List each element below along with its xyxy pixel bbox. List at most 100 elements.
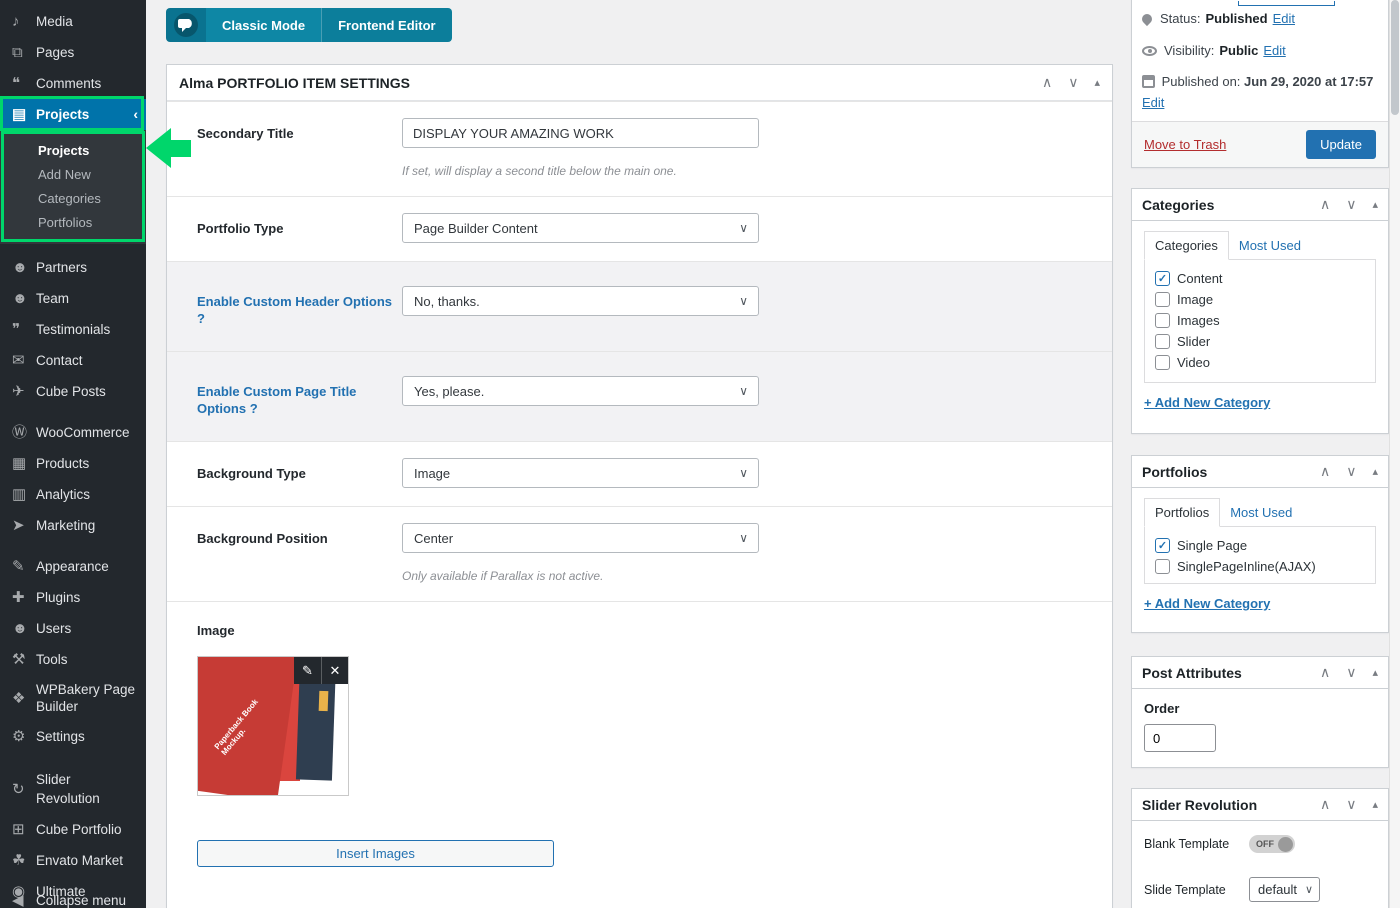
tab-most-used[interactable]: Most Used — [1220, 499, 1302, 526]
checkbox[interactable] — [1155, 313, 1170, 328]
blank-template-label: Blank Template — [1144, 837, 1249, 851]
woocommerce-icon: Ⓦ — [12, 423, 36, 442]
background-position-select[interactable]: Center ∨ — [402, 523, 759, 553]
portfolio-type-select[interactable]: Page Builder Content ∨ — [402, 213, 759, 243]
slider-revolution-icon: ↻ — [12, 780, 36, 799]
toggle-panel-icon[interactable]: ▴ — [1094, 76, 1100, 89]
sidebar-item-users[interactable]: ☻ Users — [0, 613, 146, 644]
sidebar-item-settings[interactable]: ⚙ Settings — [0, 721, 146, 752]
submenu-item-portfolios[interactable]: Portfolios — [0, 210, 146, 234]
toggle-panel-icon[interactable]: ▴ — [1372, 666, 1378, 679]
add-new-category-link[interactable]: + Add New Category — [1144, 596, 1270, 611]
portfolios-tabs: Portfolios Most Used — [1132, 488, 1388, 526]
slide-template-select[interactable]: default ∨ — [1249, 877, 1320, 902]
sidebar-item-partners[interactable]: ☻ Partners — [0, 252, 146, 283]
sidebar-item-pages[interactable]: ⧉ Pages — [0, 37, 146, 68]
tab-most-used[interactable]: Most Used — [1229, 232, 1311, 259]
field-label-link[interactable]: Enable Custom Page Title Options ? — [197, 376, 402, 417]
move-to-trash-link[interactable]: Move to Trash — [1144, 137, 1226, 152]
submenu-item-categories[interactable]: Categories — [0, 186, 146, 210]
menu-separator — [0, 752, 146, 764]
scrollbar-thumb[interactable] — [1391, 0, 1399, 115]
sidebar-item-testimonials[interactable]: ❞ Testimonials — [0, 314, 146, 345]
frontend-editor-button[interactable]: Frontend Editor — [321, 8, 452, 42]
move-down-icon[interactable]: ∨ — [1346, 463, 1356, 480]
sidebar-item-tools[interactable]: ⚒ Tools — [0, 644, 146, 675]
move-down-icon[interactable]: ∨ — [1068, 74, 1078, 91]
sidebar-item-wpbakery[interactable]: ❖ WPBakery Page Builder — [0, 675, 146, 721]
edit-visibility-link[interactable]: Edit — [1263, 43, 1285, 58]
custom-page-title-select[interactable]: Yes, please. ∨ — [402, 376, 759, 406]
checkbox[interactable] — [1155, 559, 1170, 574]
move-down-icon[interactable]: ∨ — [1346, 196, 1356, 213]
sidebar-item-label: Cube Portfolio — [36, 820, 138, 839]
sidebar-item-label: Partners — [36, 258, 138, 277]
sidebar-item-collapse-menu[interactable]: ◀ Collapse menu — [0, 885, 146, 908]
checkbox[interactable] — [1155, 355, 1170, 370]
checkbox-checked[interactable]: ✓ — [1155, 538, 1170, 553]
portfolio-item-singlepageinline[interactable]: SinglePageInline(AJAX) — [1155, 556, 1365, 577]
sidebar-item-analytics[interactable]: ▥ Analytics — [0, 479, 146, 510]
category-item-image[interactable]: Image — [1155, 289, 1365, 310]
sidebar-item-projects[interactable]: ▤ Projects ‹ — [0, 99, 146, 130]
sidebar-item-cube-posts[interactable]: ✈ Cube Posts — [0, 376, 146, 407]
edit-status-link[interactable]: Edit — [1273, 11, 1295, 26]
remove-image-icon[interactable]: ✕ — [321, 657, 348, 684]
sidebar-item-team[interactable]: ☻ Team — [0, 283, 146, 314]
secondary-title-input[interactable] — [402, 118, 759, 148]
wpbakery-icon: ❖ — [12, 689, 36, 708]
move-up-icon[interactable]: ∧ — [1320, 796, 1330, 813]
edit-published-link[interactable]: Edit — [1142, 95, 1164, 110]
move-down-icon[interactable]: ∨ — [1346, 664, 1356, 681]
toggle-panel-icon[interactable]: ▴ — [1372, 465, 1378, 478]
sidebar-item-appearance[interactable]: ✎ Appearance — [0, 551, 146, 582]
order-input[interactable] — [1144, 724, 1216, 752]
field-label-link[interactable]: Enable Custom Header Options ? — [197, 286, 402, 327]
blank-template-toggle[interactable]: OFF — [1249, 835, 1295, 853]
sidebar-item-slider-revolution[interactable]: ↻ Slider Revolution — [0, 764, 146, 814]
sidebar-item-woocommerce[interactable]: Ⓦ WooCommerce — [0, 417, 146, 448]
sidebar-item-marketing[interactable]: ➤ Marketing — [0, 510, 146, 541]
insert-images-button[interactable]: Insert Images — [197, 840, 554, 867]
move-up-icon[interactable]: ∧ — [1320, 664, 1330, 681]
submenu-item-projects[interactable]: Projects — [0, 138, 146, 162]
select-value: Center — [414, 531, 453, 546]
edit-image-icon[interactable]: ✎ — [294, 657, 321, 684]
add-new-category-link[interactable]: + Add New Category — [1144, 395, 1270, 410]
portfolio-item-single-page[interactable]: ✓ Single Page — [1155, 535, 1365, 556]
category-item-content[interactable]: ✓ Content — [1155, 268, 1365, 289]
team-icon: ☻ — [12, 289, 36, 308]
move-up-icon[interactable]: ∧ — [1042, 74, 1052, 91]
move-down-icon[interactable]: ∨ — [1346, 796, 1356, 813]
category-item-video[interactable]: Video — [1155, 352, 1365, 373]
sidebar-item-products[interactable]: ▦ Products — [0, 448, 146, 479]
sidebar-item-comments[interactable]: ❝ Comments — [0, 68, 146, 99]
toggle-panel-icon[interactable]: ▴ — [1372, 798, 1378, 811]
field-help-text: Only available if Parallax is not active… — [402, 569, 1082, 583]
tab-all-portfolios[interactable]: Portfolios — [1144, 498, 1220, 527]
update-button[interactable]: Update — [1306, 130, 1376, 159]
category-item-images[interactable]: Images — [1155, 310, 1365, 331]
move-up-icon[interactable]: ∧ — [1320, 196, 1330, 213]
sidebar-item-cube-portfolio[interactable]: ⊞ Cube Portfolio — [0, 814, 146, 845]
sidebar-item-envato-market[interactable]: ☘ Envato Market — [0, 845, 146, 876]
move-up-icon[interactable]: ∧ — [1320, 463, 1330, 480]
checkbox-checked[interactable]: ✓ — [1155, 271, 1170, 286]
background-type-select[interactable]: Image ∨ — [402, 458, 759, 488]
category-item-slider[interactable]: Slider — [1155, 331, 1365, 352]
toggle-panel-icon[interactable]: ▴ — [1372, 198, 1378, 211]
cube-portfolio-icon: ⊞ — [12, 820, 36, 839]
page-scrollbar[interactable] — [1389, 0, 1400, 908]
tab-all-categories[interactable]: Categories — [1144, 231, 1229, 260]
sidebar-item-media[interactable]: ♪ Media — [0, 6, 146, 37]
sidebar-item-plugins[interactable]: ✚ Plugins — [0, 582, 146, 613]
projects-icon: ▤ — [12, 105, 36, 124]
sidebar-item-contact[interactable]: ✉ Contact — [0, 345, 146, 376]
custom-header-select[interactable]: No, thanks. ∨ — [402, 286, 759, 316]
classic-mode-button[interactable]: Classic Mode — [206, 8, 321, 42]
checkbox[interactable] — [1155, 292, 1170, 307]
submenu-item-add-new[interactable]: Add New — [0, 162, 146, 186]
image-thumbnail[interactable]: Paperback Book Mockup. ✎ ✕ — [197, 656, 349, 796]
checkbox[interactable] — [1155, 334, 1170, 349]
categories-checklist: ✓ Content Image Images Slider Vide — [1144, 259, 1376, 383]
